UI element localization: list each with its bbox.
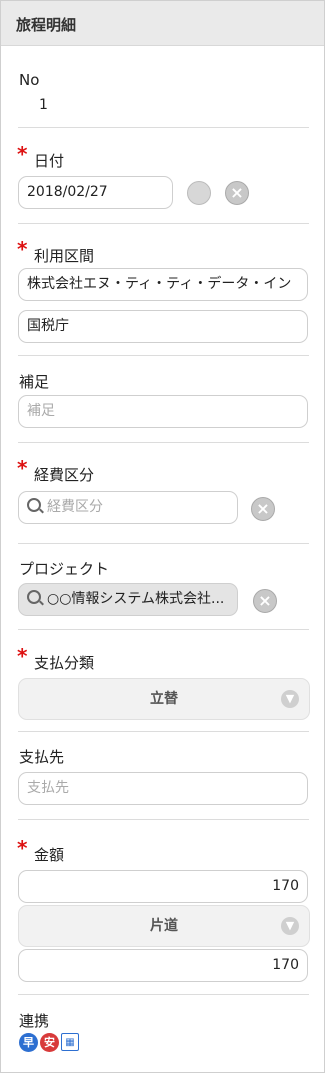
calendar-icon[interactable]: [187, 181, 211, 205]
search-icon: [27, 498, 41, 512]
section-label: 利用区間: [34, 247, 95, 265]
expense-category-placeholder: 経費区分: [47, 499, 103, 515]
divider: [18, 442, 309, 443]
yasu-icon[interactable]: 安: [40, 1033, 59, 1052]
linkage-icons: 早 安 ▦: [19, 1033, 79, 1052]
detail-panel: 旅程明細 No 1 * 日付 2018/02/27 × * 利用区間 株式会社エ…: [0, 0, 325, 1073]
amount-total-input[interactable]: 170: [18, 949, 308, 982]
divider: [18, 994, 309, 995]
clear-expense-icon[interactable]: ×: [251, 497, 275, 521]
payment-category-value: 立替: [150, 691, 178, 707]
project-search[interactable]: ○○情報システム株式会社...: [18, 583, 238, 616]
amount-label: 金額: [34, 846, 65, 864]
panel-header: 旅程明細: [1, 1, 324, 46]
payment-category-label: 支払分類: [34, 654, 95, 672]
supplement-label: 補足: [19, 373, 50, 391]
required-mark: *: [17, 456, 28, 480]
payment-category-select[interactable]: 立替 ▼: [18, 678, 310, 720]
linkage-label: 連携: [19, 1012, 50, 1030]
clear-date-icon[interactable]: ×: [225, 181, 249, 205]
expense-category-label: 経費区分: [34, 466, 95, 484]
chevron-down-icon: ▼: [281, 917, 299, 935]
divider: [18, 819, 309, 820]
divider: [18, 731, 309, 732]
trip-type-select[interactable]: 片道 ▼: [18, 905, 310, 947]
calendar-icon[interactable]: ▦: [61, 1033, 79, 1051]
divider: [18, 355, 309, 356]
required-mark: *: [17, 237, 28, 261]
payee-input[interactable]: 支払先: [18, 772, 308, 805]
payee-label: 支払先: [19, 748, 65, 766]
panel-title: 旅程明細: [16, 16, 77, 34]
no-label: No: [19, 71, 40, 89]
amount-input[interactable]: 170: [18, 870, 308, 903]
supplement-input[interactable]: 補足: [18, 395, 308, 428]
search-icon: [27, 590, 41, 604]
date-label: 日付: [34, 152, 65, 170]
haya-icon[interactable]: 早: [19, 1033, 38, 1052]
required-mark: *: [17, 644, 28, 668]
divider: [18, 629, 309, 630]
divider: [18, 543, 309, 544]
project-label: プロジェクト: [19, 560, 110, 578]
section-to-input[interactable]: 国税庁: [18, 310, 308, 343]
date-input[interactable]: 2018/02/27: [18, 176, 173, 209]
required-mark: *: [17, 836, 28, 860]
chevron-down-icon: ▼: [281, 690, 299, 708]
project-value: ○○情報システム株式会社...: [47, 591, 225, 607]
no-value: 1: [39, 97, 48, 113]
expense-category-search[interactable]: 経費区分: [18, 491, 238, 524]
trip-type-value: 片道: [150, 918, 178, 934]
section-from-input[interactable]: 株式会社エヌ・ティ・ティ・データ・イン: [18, 268, 308, 301]
required-mark: *: [17, 142, 28, 166]
clear-project-icon[interactable]: ×: [253, 589, 277, 613]
divider: [18, 223, 309, 224]
divider: [18, 127, 309, 128]
